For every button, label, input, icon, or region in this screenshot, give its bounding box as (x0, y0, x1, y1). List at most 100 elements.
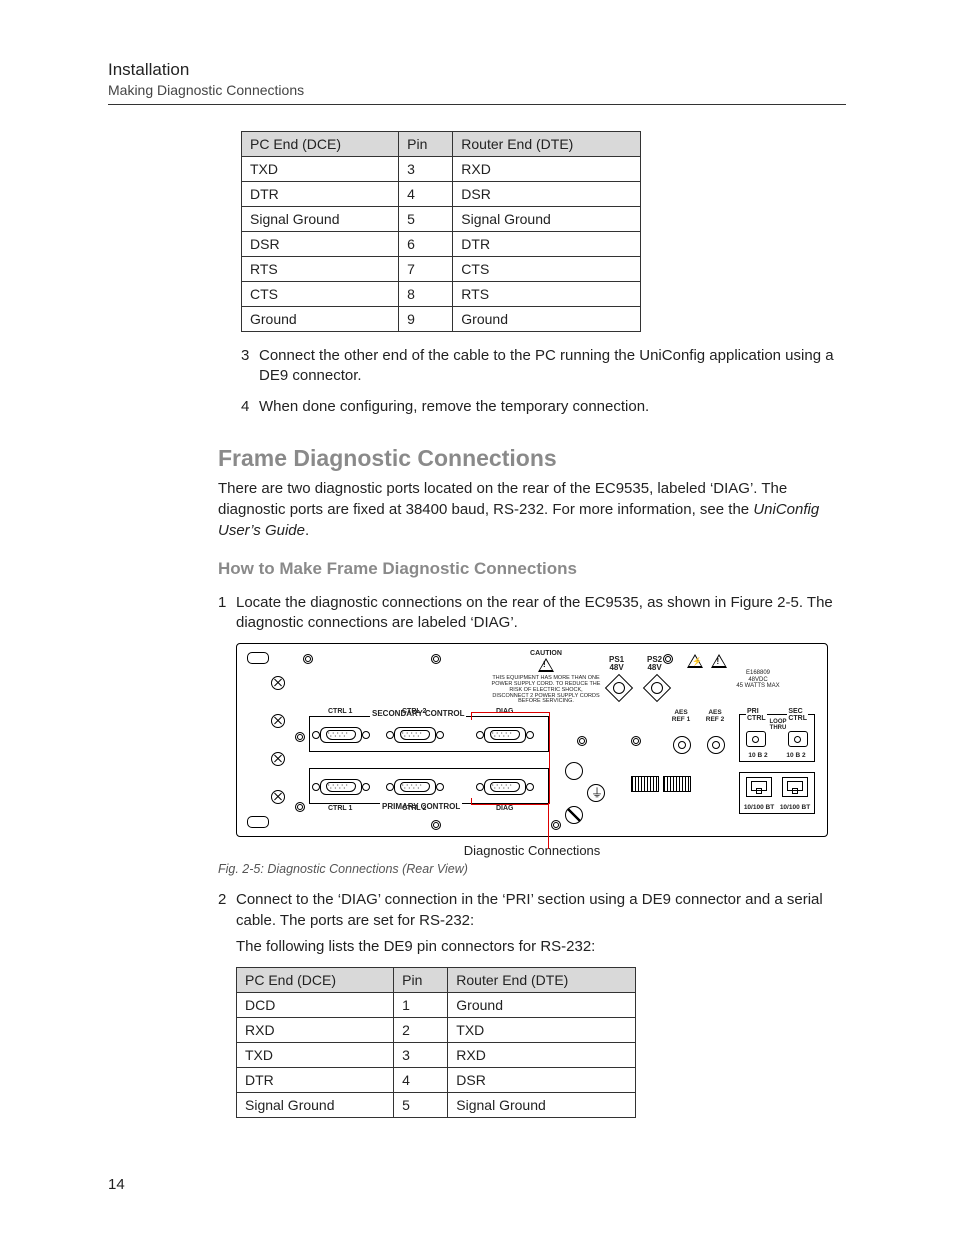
ctrl2-label: CTRL 2 (402, 805, 426, 812)
table-row: RTS7CTS (242, 257, 641, 282)
pinout-table-lower: PC End (DCE) Pin Router End (DTE) DCD1Gr… (236, 967, 636, 1118)
table-row: DTR4DSR (237, 1068, 636, 1093)
primary-control-box: PRIMARY CONTROL • • • • • • • • • • • • … (309, 768, 549, 804)
screw-icon (551, 820, 561, 830)
fastener-icon (271, 676, 285, 690)
callout-line (471, 798, 472, 804)
ctrl-port-icon (788, 731, 808, 747)
subsection-heading: How to Make Frame Diagnostic Connections (218, 559, 846, 579)
table-row: DTR4DSR (242, 182, 641, 207)
callout-leader (548, 803, 549, 849)
steps-continued: 3Connect the other end of the cable to t… (241, 346, 846, 417)
ctrl1-label: CTRL 1 (328, 708, 352, 715)
rj45-port-icon (782, 777, 808, 797)
screw-icon (663, 654, 673, 664)
header-subtitle: Making Diagnostic Connections (108, 82, 846, 98)
ctrl-port-icon (746, 731, 766, 747)
section-block: Frame Diagnostic Connections There are t… (218, 445, 846, 1118)
callout-line (471, 804, 549, 805)
de9-port-icon: • • • • • • • • • (478, 777, 532, 797)
th: Pin (399, 132, 453, 157)
screw-icon (431, 654, 441, 664)
subsection-steps-2: 2 Connect to the ‘DIAG’ connection in th… (218, 890, 846, 957)
section-heading: Frame Diagnostic Connections (218, 445, 846, 472)
10b2-label: 10 B 2 (782, 753, 810, 760)
power-connector-icon (605, 674, 633, 702)
table-row: Ground9Ground (242, 307, 641, 332)
screw-icon (295, 732, 305, 742)
ps1-label: PS148V (609, 656, 624, 672)
no-icon (565, 806, 583, 824)
header-title: Installation (108, 60, 846, 80)
fastener-icon (271, 752, 285, 766)
aes-ref2-label: AESREF 2 (701, 710, 729, 723)
warning-icons: ⚡ ! (685, 654, 729, 673)
ethernet-box: 10/100 BT 10/100 BT (739, 772, 815, 814)
screw-icon (303, 654, 313, 664)
slot-icon (247, 816, 269, 828)
callout-line (471, 712, 549, 713)
10b2-label: 10 B 2 (744, 753, 772, 760)
shock-triangle-icon: ⚡ (687, 654, 703, 668)
th: Pin (394, 968, 448, 993)
table-row: Signal Ground5Signal Ground (237, 1093, 636, 1118)
step-2: 2 Connect to the ‘DIAG’ connection in th… (218, 890, 846, 957)
rear-panel-diagram: CAUTION ! THIS EQUIPMENT HAS MORE THAN O… (236, 643, 846, 858)
aes-ref1-label: AESREF 1 (667, 710, 695, 723)
screw-icon (631, 736, 641, 746)
caution-block: CAUTION ! THIS EQUIPMENT HAS MORE THAN O… (491, 650, 601, 705)
de9-port-icon: • • • • • • • • • (388, 777, 442, 797)
de9-port-icon: • • • • • • • • • (314, 777, 368, 797)
diag-label: DIAG (496, 805, 514, 812)
figure-caption: Fig. 2-5: Diagnostic Connections (Rear V… (218, 862, 846, 876)
warning-triangle-icon: ! (711, 654, 727, 668)
page: Installation Making Diagnostic Connectio… (0, 0, 954, 1235)
loop-thru-label: LOOPTHRU (764, 719, 792, 731)
table-row: DCD1Ground (237, 993, 636, 1018)
eth-label: 10/100 BT (776, 805, 814, 812)
table-row: RXD2TXD (237, 1018, 636, 1043)
th: PC End (DCE) (237, 968, 394, 993)
step-4: 4When done configuring, remove the tempo… (241, 397, 846, 417)
eth-label: 10/100 BT (740, 805, 778, 812)
callout-line (471, 712, 472, 720)
ctrl2-label: CTRL 2 (402, 708, 426, 715)
earth-ground-icon (587, 784, 605, 802)
table-row: TXD3RXD (242, 157, 641, 182)
secondary-control-box: SECONDARY CONTROL • • • • • • • • • • • … (309, 716, 549, 752)
rj45-port-icon (746, 777, 772, 797)
ps2-label: PS248V (647, 656, 662, 672)
screw-icon (431, 820, 441, 830)
pri-sec-ctrl-box: PRICTRL SECCTRL LOOPTHRU 10 B 2 10 B 2 (739, 714, 815, 762)
step-3: 3Connect the other end of the cable to t… (241, 346, 846, 387)
table-head-row: PC End (DCE) Pin Router End (DTE) (242, 132, 641, 157)
th: PC End (DCE) (242, 132, 399, 157)
rating-label: E16880948VDC45 WATTS MAX (731, 670, 785, 690)
barcode-icon (663, 776, 691, 792)
table-row: DSR6DTR (242, 232, 641, 257)
table-row: TXD3RXD (237, 1043, 636, 1068)
th: Router End (DTE) (448, 968, 636, 993)
pinout-table-upper: PC End (DCE) Pin Router End (DTE) TXD3RX… (241, 131, 641, 332)
th: Router End (DTE) (453, 132, 641, 157)
table-row: Signal Ground5Signal Ground (242, 207, 641, 232)
section-intro: There are two diagnostic ports located o… (218, 478, 846, 541)
power-connector-icon (643, 674, 671, 702)
de9-port-icon: • • • • • • • • • (314, 725, 368, 745)
bnc-connector-icon (707, 736, 725, 754)
ground-icon (565, 762, 583, 780)
bnc-connector-icon (673, 736, 691, 754)
callout-line (549, 712, 550, 804)
warning-triangle-icon: ! (538, 658, 554, 672)
page-number: 14 (108, 1176, 125, 1193)
barcode-icon (631, 776, 659, 792)
subsection-steps: 1Locate the diagnostic connections on th… (218, 593, 846, 634)
ctrl1-label: CTRL 1 (328, 805, 352, 812)
fastener-icon (271, 714, 285, 728)
table-head-row: PC End (DCE) Pin Router End (DTE) (237, 968, 636, 993)
rear-panel: CAUTION ! THIS EQUIPMENT HAS MORE THAN O… (236, 643, 828, 837)
fastener-icon (271, 790, 285, 804)
slot-icon (247, 652, 269, 664)
header-rule (108, 104, 846, 105)
step-1: 1Locate the diagnostic connections on th… (218, 593, 846, 634)
